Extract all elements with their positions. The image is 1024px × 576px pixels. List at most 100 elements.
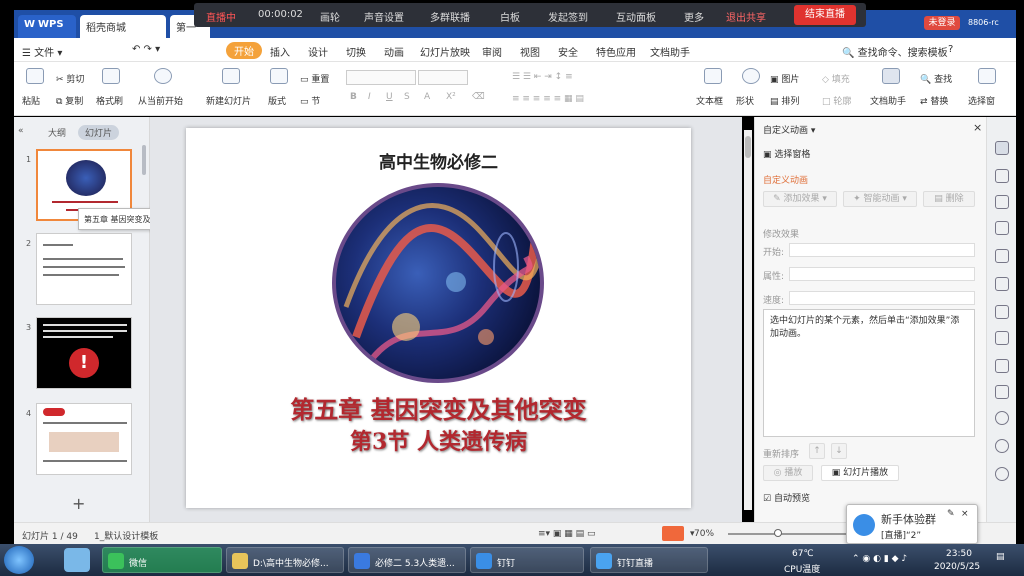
help-circle-icon[interactable] xyxy=(995,467,1009,481)
format-painter-icon[interactable] xyxy=(102,68,120,84)
tab-outline[interactable]: 大纲 xyxy=(48,126,66,139)
smart-animation-button[interactable]: ✦ 智能动画 ▾ xyxy=(843,191,917,207)
exit-share-button[interactable]: 退出共享 xyxy=(726,9,766,24)
slide-title[interactable]: 高中生物必修二 xyxy=(186,148,691,173)
login-button[interactable]: 未登录 xyxy=(924,16,960,30)
add-effect-button[interactable]: ✎ 添加效果 ▾ xyxy=(763,191,837,207)
taskbar-wps-presentation[interactable]: 必修二 5.3人类遗... xyxy=(348,547,466,573)
zoom-slider-knob[interactable] xyxy=(774,529,782,537)
menu-transition[interactable]: 切换 xyxy=(346,44,366,59)
property-select[interactable] xyxy=(789,267,975,281)
taskbar-wechat[interactable]: 微信 xyxy=(102,547,222,573)
from-current-button[interactable]: 从当前开始 xyxy=(138,94,183,107)
animation-star-icon[interactable] xyxy=(995,141,1009,155)
doc-assistant-button[interactable]: 文档助手 xyxy=(870,94,906,107)
menu-insert[interactable]: 插入 xyxy=(270,44,290,59)
select-pane-icon[interactable] xyxy=(978,68,996,84)
italic-icon[interactable]: I xyxy=(368,92,371,102)
layout-button[interactable]: 版式 xyxy=(268,94,286,107)
table-icon[interactable] xyxy=(995,331,1009,345)
section-title[interactable]: 第3节 人类遗传病 xyxy=(186,424,691,456)
quick-access-toolbar[interactable]: ↶ ↷ ▾ xyxy=(132,44,160,55)
slideshow-button[interactable]: ▣ 幻灯片播放 xyxy=(821,465,899,481)
taskbar-dingtalk-live[interactable]: 钉钉直播 xyxy=(590,547,708,573)
tab-slides[interactable]: 幻灯片 xyxy=(78,125,120,140)
audio-icon[interactable] xyxy=(995,385,1009,399)
paste-icon[interactable] xyxy=(26,68,44,84)
live-item-checkin[interactable]: 发起签到 xyxy=(548,9,588,24)
cut-button[interactable]: ✂ 剪切 xyxy=(56,72,84,85)
live-item-paint[interactable]: 画轮 xyxy=(320,9,340,24)
picture-button[interactable]: ▣ 图片 xyxy=(770,72,799,85)
select-pane-link[interactable]: ▣ 选择窗格 xyxy=(763,147,810,160)
slide-thumbnail-4[interactable] xyxy=(36,403,132,475)
shape-button[interactable]: 形状 xyxy=(736,94,754,107)
menu-features[interactable]: 特色应用 xyxy=(596,44,636,59)
shape-icon[interactable] xyxy=(742,68,760,84)
slideshow-play-icon[interactable] xyxy=(662,526,684,541)
transition-icon[interactable] xyxy=(995,277,1009,291)
paste-button[interactable]: 粘贴 xyxy=(22,94,40,107)
arrange-button[interactable]: ▤ 排列 xyxy=(770,94,799,107)
notification-close-icon[interactable]: × xyxy=(961,509,969,519)
autopreview-checkbox[interactable]: ☑ 自动预览 xyxy=(763,491,810,504)
share-icon[interactable] xyxy=(995,305,1009,319)
align-icons[interactable]: ≡ ≡ ≡ ≡ ≡ ▦ ▤ xyxy=(512,94,584,104)
clock-date[interactable]: 2020/5/25 xyxy=(934,562,980,572)
fill-button[interactable]: ◇ 填充 xyxy=(822,72,850,85)
bold-icon[interactable]: B xyxy=(350,92,357,102)
location-icon[interactable] xyxy=(995,411,1009,425)
reset-button[interactable]: ▭ 重置 xyxy=(300,72,329,85)
textbox-icon[interactable] xyxy=(704,68,722,84)
section-button[interactable]: ▭ 节 xyxy=(300,94,320,107)
taskbar-dingtalk[interactable]: 钉钉 xyxy=(470,547,584,573)
delete-effect-button[interactable]: ▤ 删除 xyxy=(923,191,975,207)
settings-sliders-icon[interactable] xyxy=(995,249,1009,263)
animation-list-box[interactable]: 选中幻灯片的某个元素，然后单击“添加效果”添加动画。 xyxy=(763,309,975,437)
play-from-current-icon[interactable] xyxy=(154,68,172,84)
menu-file[interactable]: ☰ 文件 ▾ xyxy=(22,44,62,59)
list-icons[interactable]: ☰ ☰ ⇤ ⇥ ↕ ≡ xyxy=(512,72,573,82)
help-icon[interactable]: ? xyxy=(948,44,953,55)
close-icon[interactable]: × xyxy=(973,121,982,134)
menu-review[interactable]: 审阅 xyxy=(482,44,502,59)
outline-button[interactable]: □ 轮廓 xyxy=(822,94,851,107)
canvas-scrollbar[interactable] xyxy=(744,130,752,510)
copy-button[interactable]: ⧉ 复制 xyxy=(56,94,83,107)
history-icon[interactable] xyxy=(995,439,1009,453)
menu-slideshow[interactable]: 幻灯片放映 xyxy=(420,44,470,59)
menu-doc-assistant[interactable]: 文档助手 xyxy=(650,44,690,59)
thumb-scrollbar[interactable] xyxy=(142,145,146,175)
clock-time[interactable]: 23:50 xyxy=(946,549,972,559)
add-slide-button[interactable]: + xyxy=(72,494,85,513)
shapes-icon[interactable] xyxy=(995,195,1009,209)
new-slide-icon[interactable] xyxy=(222,68,240,84)
underline-icon[interactable]: U xyxy=(386,92,393,102)
new-slide-button[interactable]: 新建幻灯片 xyxy=(206,94,251,107)
live-item-multicast[interactable]: 多群联播 xyxy=(430,9,470,24)
menu-security[interactable]: 安全 xyxy=(558,44,578,59)
tray-icons[interactable]: ⌃ ◉ ◐ ▮ ◆ ♪ xyxy=(852,554,907,564)
scroll-thumb[interactable] xyxy=(745,136,751,158)
fill-icon[interactable] xyxy=(995,221,1009,235)
tab-wps[interactable]: WPS xyxy=(18,15,76,38)
view-mode-icons[interactable]: ≡▾ ▣ ▦ ▤ ▭ xyxy=(538,529,596,539)
doc-assistant-icon[interactable] xyxy=(882,68,900,84)
menu-view[interactable]: 视图 xyxy=(520,44,540,59)
find-button[interactable]: 🔍 查找 xyxy=(920,72,952,85)
notification-center-icon[interactable]: ▤ xyxy=(996,552,1005,562)
move-up-icon[interactable]: ↑ xyxy=(809,443,825,459)
notification-popup[interactable]: 新手体验群 [直播]“2” ✎ × xyxy=(846,504,978,544)
start-button[interactable] xyxy=(4,546,34,574)
live-item-sound[interactable]: 声音设置 xyxy=(364,9,404,24)
strikethrough-icon[interactable]: S xyxy=(404,92,410,102)
font-color-icon[interactable]: A xyxy=(424,92,430,102)
layout-icon[interactable] xyxy=(270,68,288,84)
command-search[interactable]: 🔍 查找命令、搜索模板 xyxy=(842,44,948,59)
menu-home[interactable]: 开始 xyxy=(226,42,262,59)
zoom-level[interactable]: 70% xyxy=(694,529,714,539)
superscript-icon[interactable]: X² xyxy=(446,92,456,102)
format-painter-button[interactable]: 格式刷 xyxy=(96,94,123,107)
dna-illustration[interactable] xyxy=(332,183,544,383)
taskbar-explorer[interactable]: D:\高中生物必修... xyxy=(226,547,344,573)
